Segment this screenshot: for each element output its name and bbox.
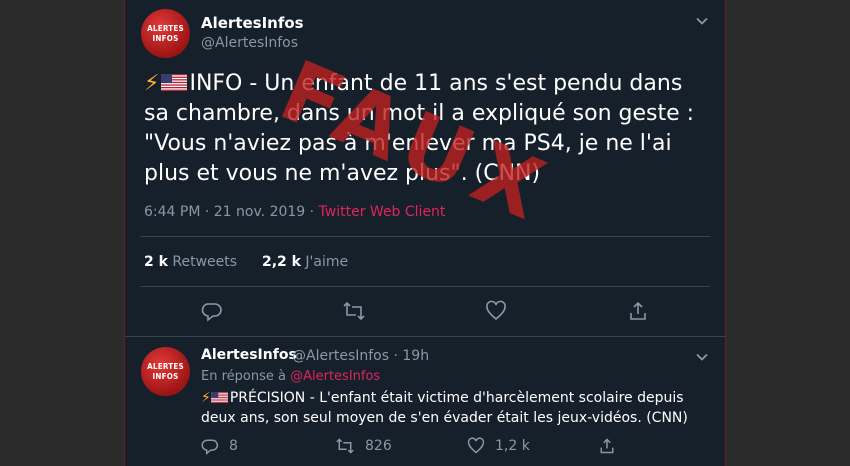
lightning-icon: ⚡ <box>144 71 160 96</box>
author-name[interactable]: AlertesInfos <box>201 14 304 32</box>
likes-count: 2,2 k <box>261 254 301 270</box>
reply-text: ⚡ PRÉCISION - L'enfant était victime d'h… <box>201 388 706 428</box>
divider <box>140 236 710 237</box>
tweet-action-bar <box>125 300 725 326</box>
divider <box>140 286 710 287</box>
reply-time[interactable]: · 19h <box>393 348 429 364</box>
avatar[interactable]: ALERTES INFOS <box>141 9 190 58</box>
retweets-stat[interactable]: 2 k Retweets <box>144 254 237 270</box>
avatar-text-line1: ALERTES <box>147 361 184 371</box>
divider <box>125 336 725 337</box>
tweet-meta: 6:44 PM · 21 nov. 2019 · Twitter Web Cli… <box>144 204 445 220</box>
reply-author-name[interactable]: AlertesInfos <box>201 347 297 363</box>
avatar-text-line2: INFOS <box>152 33 179 43</box>
in-reply-mention[interactable]: @AlertesInfos <box>290 369 380 384</box>
tweet-source[interactable]: Twitter Web Client <box>319 204 446 220</box>
reply-handle[interactable]: @AlertesInfos <box>292 348 389 364</box>
lightning-icon: ⚡ <box>201 390 211 406</box>
tweet-stats: 2 k Retweets 2,2 k J'aime <box>144 254 348 270</box>
reply-share-action[interactable] <box>598 437 616 455</box>
avatar-text-line1: ALERTES <box>147 23 184 33</box>
retweet-icon[interactable] <box>335 437 355 455</box>
reply-avatar[interactable]: ALERTES INFOS <box>141 347 190 396</box>
reply-like-action[interactable]: 1,2 k <box>467 437 530 455</box>
tweet-body: INFO - Un enfant de 11 ans s'est pendu d… <box>144 71 695 186</box>
share-icon[interactable] <box>598 437 616 455</box>
chevron-down-icon[interactable] <box>695 350 709 368</box>
reply-body: PRÉCISION - L'enfant était victime d'har… <box>201 390 688 426</box>
reply-replies-count: 8 <box>229 438 238 454</box>
reply-icon[interactable] <box>201 437 219 455</box>
avatar-text-line2: INFOS <box>152 371 179 381</box>
likes-label: J'aime <box>305 254 349 270</box>
like-icon[interactable] <box>467 437 485 455</box>
reply-icon[interactable] <box>201 300 227 326</box>
author-handle[interactable]: @AlertesInfos <box>201 35 298 51</box>
retweets-count: 2 k <box>144 254 168 270</box>
like-icon[interactable] <box>485 300 511 326</box>
share-icon[interactable] <box>627 300 653 326</box>
tweet-timestamp[interactable]: 6:44 PM · 21 nov. 2019 · <box>144 204 319 220</box>
tweet-text: ⚡ INFO - Un enfant de 11 ans s'est pendu… <box>144 69 714 189</box>
in-reply-prefix: En réponse à <box>201 369 286 384</box>
tweet-panel: ALERTES INFOS AlertesInfos @AlertesInfos… <box>124 0 726 466</box>
retweets-label: Retweets <box>172 254 238 270</box>
chevron-down-icon[interactable] <box>695 14 709 32</box>
retweet-icon[interactable] <box>342 300 368 326</box>
us-flag-icon <box>161 74 188 91</box>
in-reply-to: En réponse à @AlertesInfos <box>201 369 380 384</box>
likes-stat[interactable]: 2,2 k J'aime <box>262 254 348 270</box>
reply-likes-count: 1,2 k <box>495 438 530 454</box>
reply-retweet-action[interactable]: 826 <box>335 437 392 455</box>
us-flag-icon <box>210 392 228 403</box>
reply-reply-action[interactable]: 8 <box>201 437 238 455</box>
reply-retweets-count: 826 <box>365 438 392 454</box>
reply-author-handle: @AlertesInfos · 19h <box>292 348 429 364</box>
